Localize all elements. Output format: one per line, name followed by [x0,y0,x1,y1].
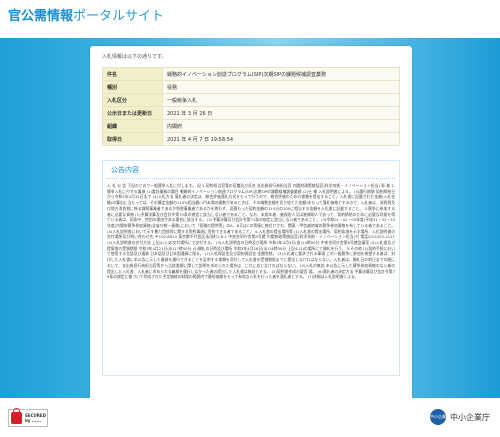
row-label: 取得日 [102,132,163,146]
row-label: 種別 [102,80,163,94]
agency-logo[interactable]: 中小企業 中小企業庁 [430,409,490,425]
row-value: 2021 年 4 月 7 日 19:58:54 [162,132,400,146]
row-value: 一般競争入札 [162,93,400,107]
row-value: 戦略的イノベーション創造プログラム(SIP)次期SIPの課題候補調査業務 [162,67,400,81]
row-value: 役務 [162,80,400,94]
security-badge[interactable]: SECURED by ...... [8,408,48,427]
site-title[interactable]: 官公需情報ポータルサイト [8,9,164,25]
table-row: 種別 役務 [102,80,400,94]
row-label: 公示日または更新日 [102,106,163,120]
table-row: 組織 内閣府 [102,119,400,133]
agency-logo-mark: 中小企業 [430,409,446,425]
table-row: 入札区分 一般競争入札 [102,93,400,107]
table-row: 取得日 2021 年 4 月 7 日 19:58:54 [102,132,400,146]
notice-body: 入 札 公 告 下記のとおり一般競争入札に付します。 記 1.契約担当官等の官職… [107,183,395,280]
row-label: 入札区分 [102,93,163,107]
intro-text: 入札情報は以下の通りです。 [102,54,167,60]
site-title-main: 官公需情報 [8,9,74,24]
site-title-sub: ポータルサイト [73,9,165,24]
row-value: 2021 年 3 月 26 日 [162,106,400,120]
notice-title: 公告内容 [107,165,395,179]
site-header: 官公需情報ポータルサイト [0,0,500,38]
badge-text: SECURED by ...... [25,413,46,423]
lock-icon [11,408,22,424]
bid-info-table: 件名 戦略的イノベーション創造プログラム(SIP)次期SIPの課題候補調査業務 … [102,67,400,146]
row-label: 件名 [102,67,163,81]
notice-box: 公告内容 入 札 公 告 下記のとおり一般競争入札に付します。 記 1.契約担当… [102,160,400,376]
row-value: 内閣府 [162,119,400,133]
table-row: 公示日または更新日 2021 年 3 月 26 日 [102,106,400,120]
site-footer: SECURED by ...... 中小企業 中小企業庁 [0,398,500,437]
badge-line2: by ...... [25,418,41,423]
bid-detail-card: 入札情報は以下の通りです。 件名 戦略的イノベーション創造プログラム(SIP)次… [90,46,412,418]
table-row: 件名 戦略的イノベーション創造プログラム(SIP)次期SIPの課題候補調査業務 [102,67,400,81]
row-label: 組織 [102,119,163,133]
agency-logo-text: 中小企業庁 [450,412,490,422]
